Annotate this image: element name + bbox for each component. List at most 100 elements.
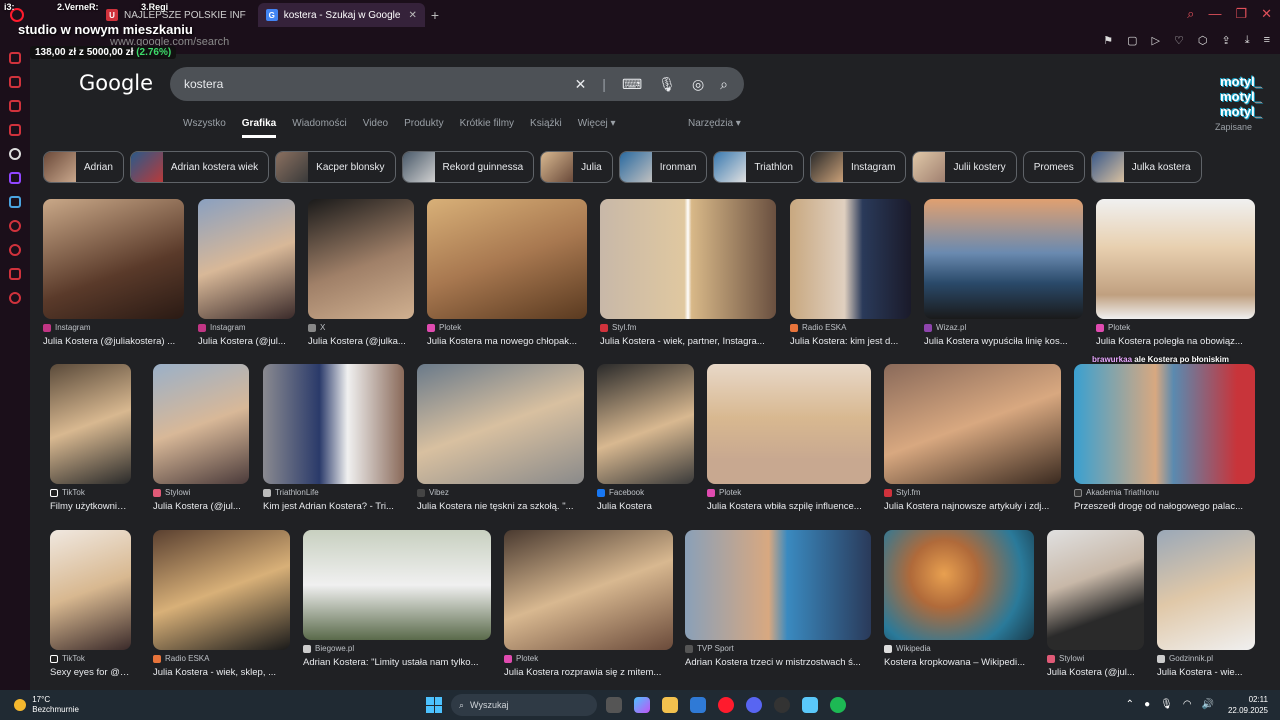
result-image[interactable]: [707, 364, 871, 484]
result-title[interactable]: Julia Kostera ma nowego chłopak...: [427, 336, 587, 347]
result-card[interactable]: TVP Sport Adrian Kostera trzeci w mistrz…: [685, 530, 871, 668]
spotify-icon[interactable]: [830, 697, 846, 713]
result-card[interactable]: Vibez Julia Kostera nie tęskni za szkołą…: [417, 364, 584, 512]
result-title[interactable]: Przeszedł drogę od nałogowego palac...: [1074, 501, 1255, 512]
result-image[interactable]: [153, 364, 249, 484]
chip-instagram[interactable]: Instagram: [809, 151, 907, 183]
sidebar-twitch-icon[interactable]: [9, 172, 21, 184]
result-image[interactable]: [427, 199, 587, 319]
result-card[interactable]: X Julia Kostera (@julka...: [308, 199, 414, 347]
result-title[interactable]: Julia Kostera nie tęskni za szkołą. "...: [417, 501, 584, 512]
result-image[interactable]: [1157, 530, 1255, 650]
mail-icon[interactable]: [690, 697, 706, 713]
saved-link[interactable]: Zapisane: [1215, 122, 1252, 132]
discord-icon[interactable]: [746, 697, 762, 713]
lens-icon[interactable]: ◎: [692, 76, 704, 93]
result-card[interactable]: Stylowi Julia Kostera (@jul...: [1047, 530, 1144, 678]
tab-wiadomosci[interactable]: Wiadomości: [292, 118, 346, 138]
result-title[interactable]: Adrian Kostera: "Limity ustała nam tylko…: [303, 657, 491, 668]
result-image[interactable]: [884, 530, 1034, 640]
search-box[interactable]: kostera ✕ | ⌨ 🎙 ◎ ⌕: [170, 67, 744, 101]
search-icon[interactable]: ⌕: [720, 76, 728, 93]
result-card[interactable]: Akademia Triathlonu Przeszedł drogę od n…: [1074, 364, 1255, 512]
keyboard-icon[interactable]: ⌨: [622, 76, 642, 93]
result-title[interactable]: Kostera kropkowana – Wikipedi...: [884, 657, 1034, 668]
chevron-up-icon[interactable]: ⌃: [1126, 699, 1134, 710]
result-title[interactable]: Julia Kostera wbiła szpilę influence...: [707, 501, 871, 512]
result-title[interactable]: Kim jest Adrian Kostera? - Tri...: [263, 501, 404, 512]
result-card[interactable]: Stylowi Julia Kostera (@jul...: [153, 364, 249, 512]
wifi-icon[interactable]: ◠: [1183, 699, 1192, 710]
chip-ironman[interactable]: Ironman: [618, 151, 708, 183]
result-title[interactable]: Julia Kostera - wiek, partner, Instagra.…: [600, 336, 776, 347]
chip-kacper-blonsky[interactable]: Kacper blonsky: [275, 151, 396, 183]
result-image[interactable]: [417, 364, 584, 484]
close-window-button[interactable]: ✕: [1261, 6, 1272, 22]
result-image[interactable]: [790, 199, 911, 319]
file-explorer-icon[interactable]: [662, 697, 678, 713]
play-icon[interactable]: ▷: [1152, 34, 1160, 47]
result-card[interactable]: Biegowe.pl Adrian Kostera: "Limity ustał…: [303, 530, 491, 668]
result-card[interactable]: Plotek Julia Kostera wbiła szpilę influe…: [707, 364, 871, 512]
obs-icon[interactable]: [774, 697, 790, 713]
extensions-icon[interactable]: ⬡: [1198, 34, 1208, 47]
result-image[interactable]: [884, 364, 1061, 484]
result-image[interactable]: [198, 199, 295, 319]
result-image[interactable]: [50, 530, 131, 650]
microphone-icon[interactable]: 🎙: [1160, 699, 1173, 710]
menu-icon[interactable]: ≡: [1264, 34, 1270, 47]
result-image[interactable]: [1074, 364, 1255, 484]
clock[interactable]: 02:11 22.09.2025: [1228, 694, 1268, 716]
sidebar-clock-icon[interactable]: [9, 244, 21, 256]
snapshot-icon[interactable]: ▢: [1127, 34, 1137, 47]
task-view-icon[interactable]: [606, 697, 622, 713]
download-icon[interactable]: ⤓: [1245, 34, 1250, 47]
result-title[interactable]: Julia Kostera wypuściła linię kos...: [924, 336, 1083, 347]
result-card[interactable]: Facebook Julia Kostera: [597, 364, 694, 512]
result-card[interactable]: Styl.fm Julia Kostera najnowsze artykuły…: [884, 364, 1061, 512]
result-image[interactable]: [597, 364, 694, 484]
result-title[interactable]: Julia Kostera (@juliakostera) ...: [43, 336, 184, 347]
search-tabs-icon[interactable]: ⌕: [1187, 6, 1194, 22]
tab-wiecej[interactable]: Więcej ▾: [578, 118, 616, 138]
result-card[interactable]: Plotek Julia Kostera ma nowego chłopak..…: [427, 199, 587, 347]
sidebar-translate-icon[interactable]: [9, 196, 21, 208]
tab-video[interactable]: Video: [363, 118, 388, 138]
tab-grafika[interactable]: Grafika: [241, 118, 277, 138]
result-card[interactable]: TikTok Filmy użytkownika ...: [50, 364, 131, 512]
result-title[interactable]: Sexy eyes for @jul...: [50, 667, 131, 678]
taskbar-search[interactable]: ⌕ Wyszukaj: [451, 694, 597, 716]
result-image[interactable]: [924, 199, 1083, 319]
volume-icon[interactable]: 🔊: [1202, 699, 1214, 710]
result-title[interactable]: Adrian Kostera trzeci w mistrzostwach ś.…: [685, 657, 871, 668]
result-card[interactable]: Plotek Julia Kostera rozprawia się z mit…: [504, 530, 673, 678]
opera-taskbar-icon[interactable]: [718, 697, 734, 713]
copilot-icon[interactable]: [634, 697, 650, 713]
chip-triathlon[interactable]: Triathlon: [713, 151, 804, 183]
result-title[interactable]: Julia Kostera poległa na obowiąz...: [1096, 336, 1255, 347]
bookmark-icon[interactable]: ⚑: [1103, 34, 1113, 47]
clear-icon[interactable]: ✕: [575, 76, 587, 93]
restore-button[interactable]: ❐: [1235, 6, 1247, 22]
result-image[interactable]: [1047, 530, 1144, 650]
result-title[interactable]: Julia Kostera (@jul...: [153, 501, 249, 512]
result-title[interactable]: Filmy użytkownika ...: [50, 501, 131, 512]
result-card[interactable]: Radio ESKA Julia Kostera: kim jest d...: [790, 199, 911, 347]
result-card[interactable]: TriathlonLife Kim jest Adrian Kostera? -…: [263, 364, 404, 512]
share-icon[interactable]: ⇪: [1221, 34, 1230, 47]
chip-adrian-kostera-wiek[interactable]: Adrian kostera wiek: [129, 151, 270, 183]
microphone-icon[interactable]: 🎙: [658, 76, 676, 93]
google-logo[interactable]: Google: [79, 71, 153, 95]
result-image[interactable]: [308, 199, 414, 319]
tab-ksiazki[interactable]: Książki: [530, 118, 562, 138]
result-title[interactable]: Julia Kostera - wiek, sklep, ...: [153, 667, 290, 678]
tab-close-icon[interactable]: ✕: [408, 10, 416, 21]
heart-icon[interactable]: ♡: [1174, 34, 1184, 47]
result-title[interactable]: Julia Kostera: kim jest d...: [790, 336, 911, 347]
result-image[interactable]: [685, 530, 871, 640]
chip-adrian[interactable]: Adrian: [43, 151, 124, 183]
result-title[interactable]: Julia Kostera najnowsze artykuły i zdj..…: [884, 501, 1061, 512]
minimize-button[interactable]: —: [1208, 6, 1221, 22]
tools-button[interactable]: Narzędzia ▾: [688, 118, 741, 129]
result-image[interactable]: [1096, 199, 1255, 319]
